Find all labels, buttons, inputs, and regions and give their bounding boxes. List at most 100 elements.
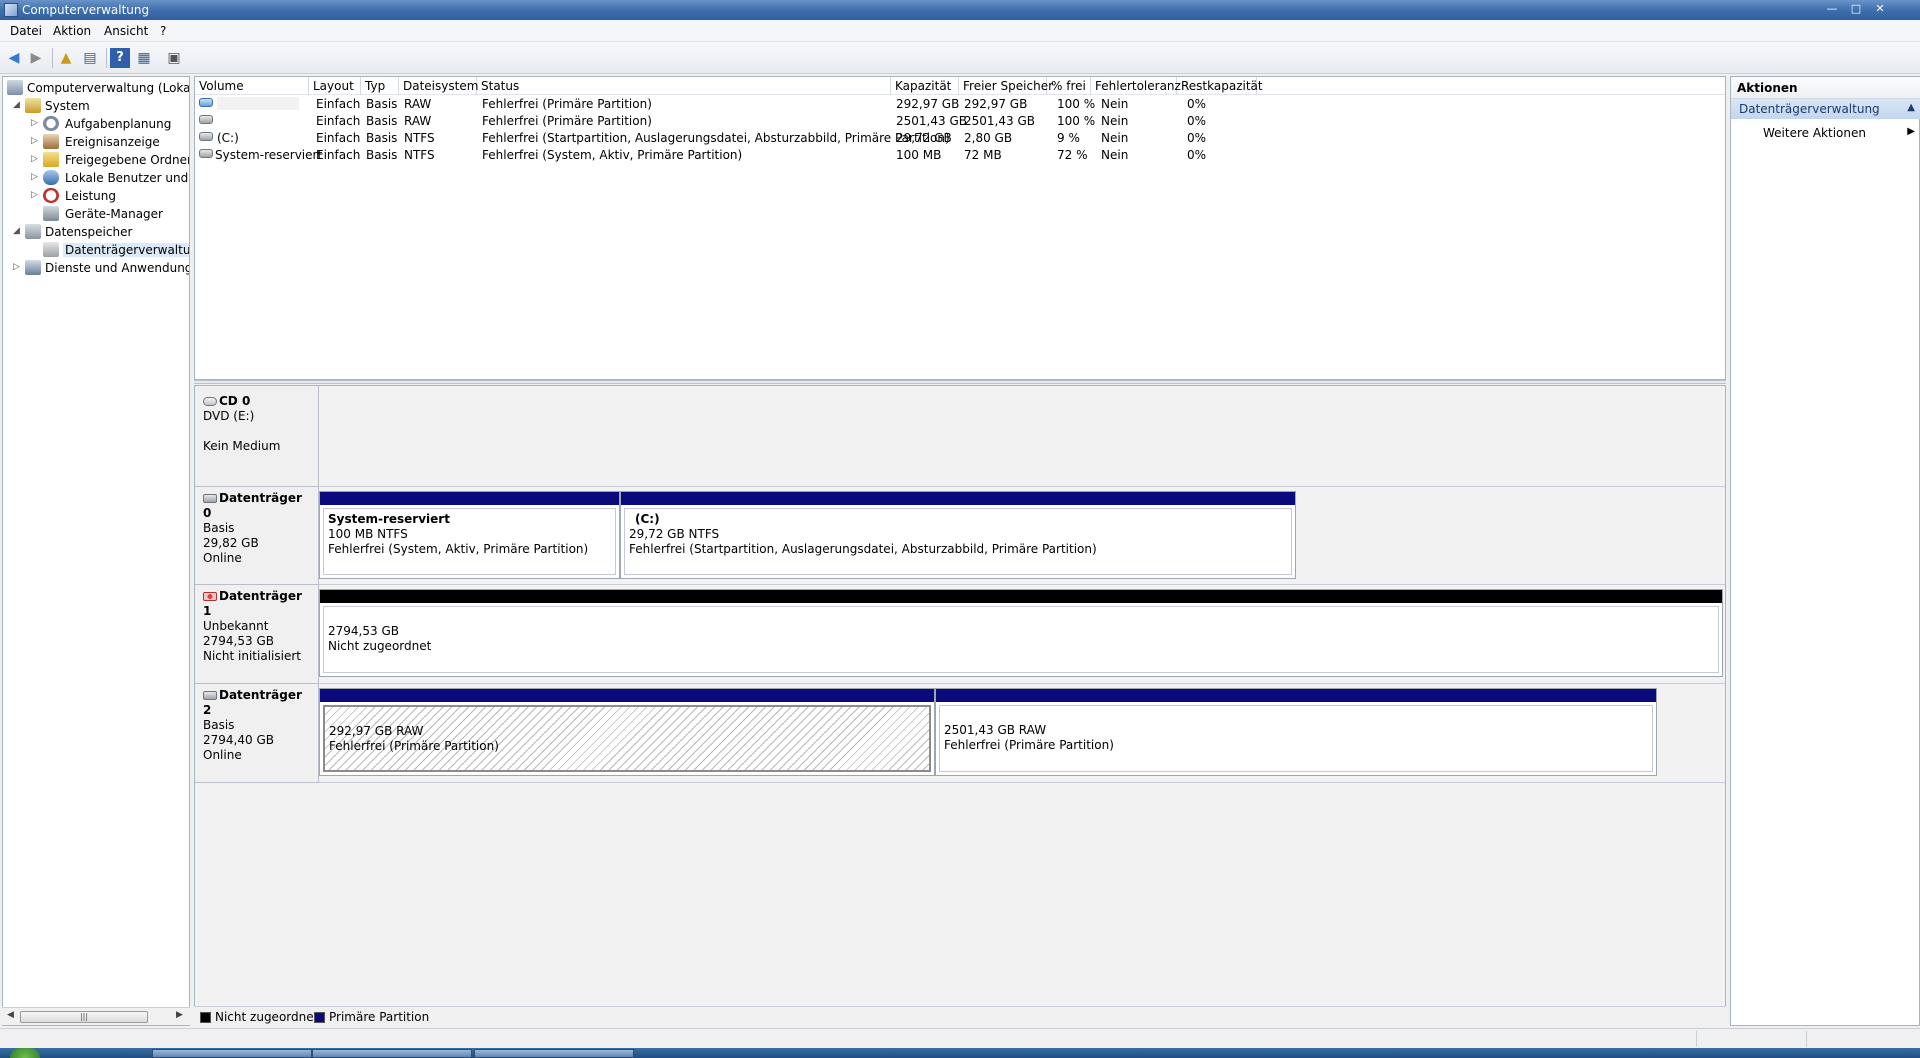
partition-size: 2501,43 GB RAW — [944, 723, 1047, 737]
actions-weitere-aktionen[interactable]: Weitere Aktionen ▶ — [1731, 123, 1920, 143]
tree-label: Computerverwaltung (Lokal) — [27, 81, 190, 95]
collapse-icon[interactable]: ◢ — [13, 225, 23, 237]
partition-body[interactable]: 292,97 GB RAW Fehlerfrei (Primäre Partit… — [323, 705, 931, 772]
partition-body[interactable]: (C:) 29,72 GB NTFS Fehlerfrei (Startpart… — [624, 508, 1292, 575]
partition-body[interactable]: 2794,53 GB Nicht zugeordnet — [323, 606, 1719, 673]
cell-dateisystem: RAW — [404, 114, 432, 128]
cell-prozent-frei: 9 % — [1057, 131, 1080, 145]
expand-icon[interactable]: ▷ — [31, 117, 41, 129]
partition-size: 292,97 GB RAW — [329, 724, 424, 738]
cell-prozent-frei: 72 % — [1057, 148, 1088, 162]
pane-splitter[interactable] — [194, 380, 1726, 384]
minimize-button[interactable]: — — [1822, 2, 1842, 17]
menu-ansicht[interactable]: Ansicht — [104, 24, 148, 38]
close-button[interactable]: ✕ — [1870, 2, 1890, 17]
start-button[interactable] — [10, 1048, 40, 1058]
cell-kapazitaet: 100 MB — [896, 148, 942, 162]
taskbar-button[interactable] — [312, 1049, 472, 1058]
partition-body[interactable]: System-reserviert 100 MB NTFS Fehlerfrei… — [323, 508, 616, 575]
cell-restkapazitaet: 0% — [1187, 131, 1207, 145]
menu-aktion[interactable]: Aktion — [53, 24, 91, 38]
disk-line: Online — [203, 551, 242, 565]
collapse-up-icon[interactable]: ▲ — [1907, 102, 1915, 113]
disk-info-cd0[interactable]: CD 0 DVD (E:) Kein Medium — [195, 386, 319, 487]
cell-status: Fehlerfrei (Startpartition, Auslagerungs… — [482, 131, 950, 145]
column-fehlertoleranz[interactable]: Fehlertoleranz — [1091, 77, 1181, 95]
partition-raw-1[interactable]: 292,97 GB RAW Fehlerfrei (Primäre Partit… — [319, 688, 935, 776]
back-icon[interactable]: ◀ — [4, 48, 24, 68]
disk-line: Online — [203, 748, 242, 762]
partition-bar — [936, 689, 1656, 702]
forward-icon[interactable]: ▶ — [26, 48, 46, 68]
disk-info-1[interactable]: Datenträger 1 Unbekannt 2794,53 GB Nicht… — [195, 585, 319, 684]
disk-info-0[interactable]: Datenträger 0 Basis 29,82 GB Online — [195, 487, 319, 585]
disk-line: DVD (E:) — [203, 409, 255, 423]
up-folder-icon[interactable]: ▲ — [56, 48, 76, 68]
cell-fehlertoleranz: Nein — [1101, 148, 1129, 162]
column-freier-speicher[interactable]: Freier Speicher — [959, 77, 1053, 95]
cell-typ: Basis — [366, 114, 398, 128]
partition-title: System-reserviert — [328, 512, 450, 526]
show-hide-tree-icon[interactable]: ▤ — [80, 48, 100, 68]
collapse-icon[interactable]: ◢ — [13, 99, 23, 111]
disk-row-1[interactable]: Datenträger 1 Unbekannt 2794,53 GB Nicht… — [195, 585, 1725, 684]
cell-dateisystem: NTFS — [404, 148, 435, 162]
disk-row-cd0[interactable]: CD 0 DVD (E:) Kein Medium — [195, 386, 1725, 487]
expand-icon[interactable]: ▷ — [31, 189, 41, 201]
partition-bar — [621, 492, 1295, 505]
partition-raw-2[interactable]: 2501,43 GB RAW Fehlerfrei (Primäre Parti… — [935, 688, 1657, 776]
menu-datei[interactable]: Datei — [10, 24, 42, 38]
column-volume[interactable]: Volume — [195, 77, 309, 95]
table-row[interactable]: (C:) Einfach Basis NTFS Fehlerfrei (Star… — [195, 129, 1725, 146]
cell-status: Fehlerfrei (System, Aktiv, Primäre Parti… — [482, 148, 743, 162]
menu-help[interactable]: ? — [160, 24, 166, 38]
column-prozent-frei[interactable]: % frei — [1047, 77, 1091, 95]
volume-icon — [199, 98, 213, 107]
properties-icon[interactable]: ▣ — [164, 48, 184, 68]
cell-freier-speicher: 2501,43 GB — [964, 114, 1035, 128]
partition-system-reserviert[interactable]: System-reserviert 100 MB NTFS Fehlerfrei… — [319, 491, 620, 579]
disk-name: Datenträger 1 — [203, 589, 302, 618]
table-row[interactable]: Einfach Basis RAW Fehlerfrei (Primäre Pa… — [195, 112, 1725, 129]
storage-icon — [25, 224, 41, 239]
users-icon — [43, 170, 59, 185]
tree-horizontal-scrollbar[interactable]: ◀ ||| ▶ — [2, 1007, 190, 1025]
scroll-left-icon[interactable]: ◀ — [7, 1010, 14, 1020]
column-dateisystem[interactable]: Dateisystem — [399, 77, 478, 95]
partition-title: (C:) — [635, 512, 660, 526]
table-row[interactable]: Einfach Basis RAW Fehlerfrei (Primäre Pa… — [195, 95, 1725, 112]
expand-icon[interactable]: ▷ — [31, 153, 41, 165]
taskbar — [0, 1048, 1920, 1058]
tree-label: Datenträgerverwaltung — [63, 243, 189, 257]
title-bar: Computerverwaltung — □ ✕ — [0, 0, 1920, 20]
disk-row-2[interactable]: Datenträger 2 Basis 2794,40 GB Online 29… — [195, 684, 1725, 783]
table-row[interactable]: System-reserviert Einfach Basis NTFS Feh… — [195, 146, 1725, 163]
tree-label: Datenspeicher — [45, 225, 133, 239]
help-icon[interactable]: ? — [110, 48, 130, 68]
column-restkapazitaet[interactable]: Restkapazität — [1177, 77, 1263, 95]
maximize-button[interactable]: □ — [1846, 2, 1866, 17]
partition-body[interactable]: 2501,43 GB RAW Fehlerfrei (Primäre Parti… — [939, 705, 1653, 772]
tree-label: Aufgabenplanung — [65, 117, 172, 131]
disk-row-0[interactable]: Datenträger 0 Basis 29,82 GB Online Syst… — [195, 487, 1725, 585]
column-layout[interactable]: Layout — [309, 77, 361, 95]
expand-icon[interactable]: ▷ — [31, 171, 41, 183]
taskbar-button[interactable] — [152, 1049, 312, 1058]
partition-c[interactable]: (C:) 29,72 GB NTFS Fehlerfrei (Startpart… — [620, 491, 1296, 579]
legend-swatch-unallocated — [200, 1012, 211, 1023]
column-typ[interactable]: Typ — [361, 77, 399, 95]
partition-bar — [320, 689, 934, 702]
scrollbar-thumb[interactable]: ||| — [20, 1011, 148, 1023]
column-kapazitaet[interactable]: Kapazität — [891, 77, 959, 95]
actions-group-datentraegerverwaltung[interactable]: Datenträgerverwaltung ▲ — [1731, 99, 1920, 119]
show-hide-action-icon[interactable]: ▦ — [134, 48, 154, 68]
scroll-right-icon[interactable]: ▶ — [176, 1010, 183, 1020]
partition-unallocated[interactable]: 2794,53 GB Nicht zugeordnet — [319, 589, 1723, 677]
column-status[interactable]: Status — [477, 77, 891, 95]
disk-line: 29,82 GB — [203, 536, 259, 550]
cell-kapazitaet: 292,97 GB — [896, 97, 960, 111]
taskbar-button[interactable] — [474, 1049, 634, 1058]
expand-icon[interactable]: ▷ — [31, 135, 41, 147]
expand-icon[interactable]: ▷ — [13, 261, 23, 273]
disk-info-2[interactable]: Datenträger 2 Basis 2794,40 GB Online — [195, 684, 319, 783]
